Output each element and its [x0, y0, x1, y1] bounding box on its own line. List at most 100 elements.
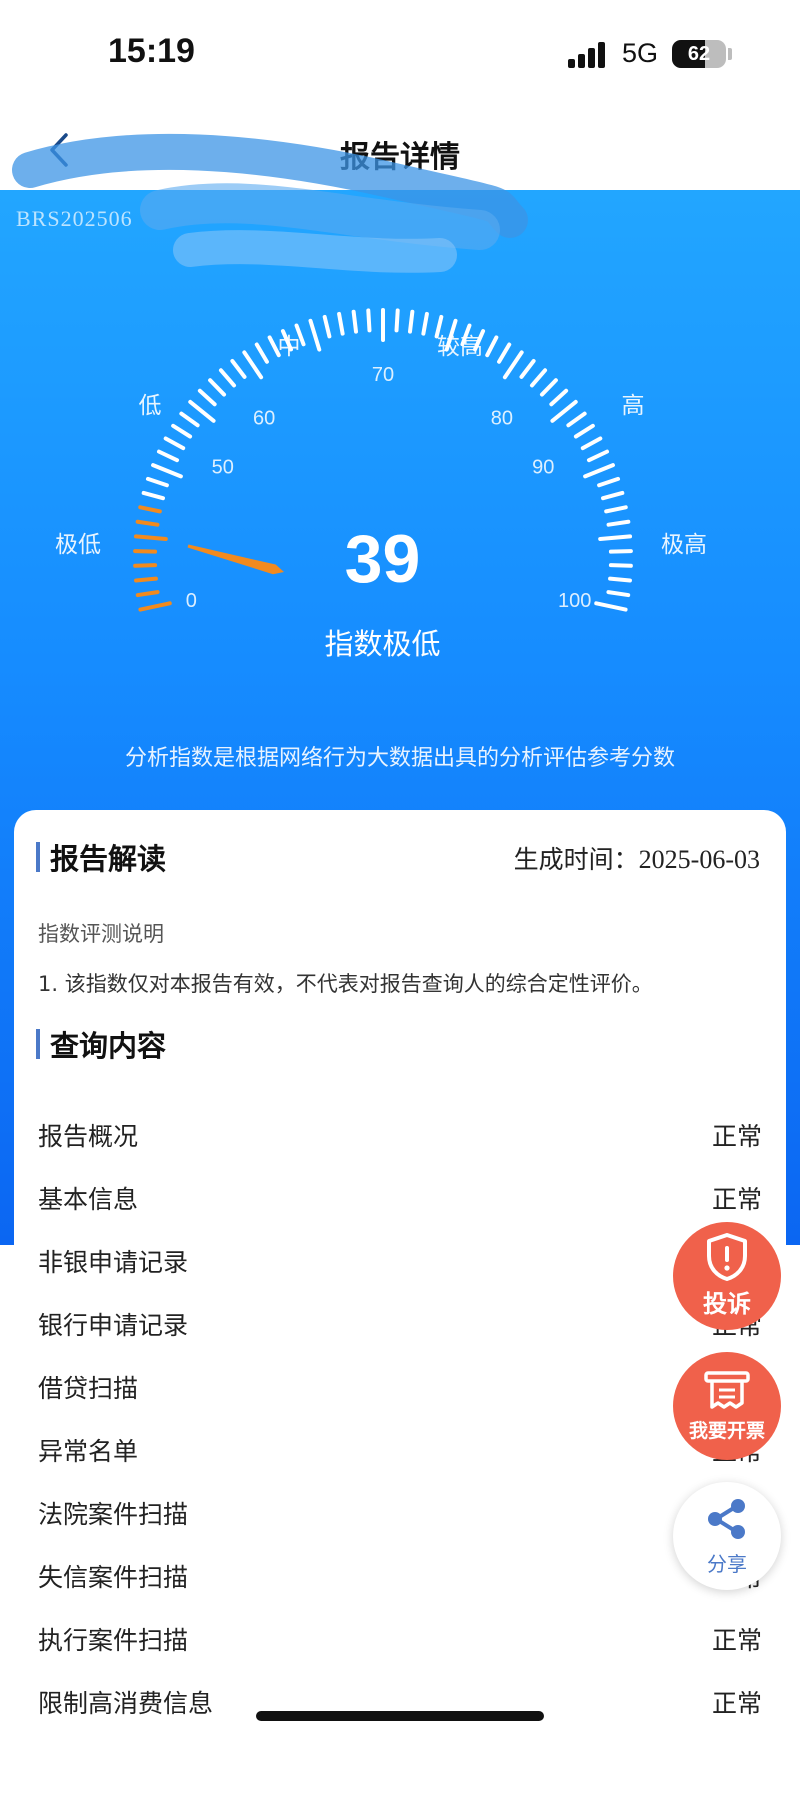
list-item[interactable]: 报告概况 正常 [38, 1097, 762, 1160]
score-label: 指数极低 [324, 627, 441, 661]
interpretation-heading: 报告解读 [36, 836, 166, 878]
gauge-tick [601, 490, 625, 501]
gauge-tick [138, 601, 172, 612]
item-label: 限制高消费信息 [38, 1689, 214, 1718]
item-label: 法院案件扫描 [38, 1500, 189, 1529]
gauge-tick-label: 60 [253, 407, 275, 429]
gauge-tick [141, 490, 165, 501]
gauge-tick [156, 449, 180, 463]
score-description: 分析指数是根据网络行为大数据出具的分析评估参考分数 [124, 746, 675, 771]
battery-tip [728, 48, 732, 60]
gauge-tick [179, 411, 200, 428]
item-label: 基本信息 [38, 1185, 139, 1214]
gauge-tick [604, 505, 628, 514]
gauge-tick-label: 80 [491, 407, 513, 429]
gauge-tick [583, 463, 615, 479]
gauge-tick-label: 50 [212, 457, 234, 479]
gauge-tick [580, 436, 603, 451]
item-status: 正常 [711, 1185, 762, 1214]
gauge-tick [337, 311, 345, 336]
gauge-tick [188, 399, 216, 423]
gauge-tick-label: 90 [532, 457, 554, 479]
item-label: 执行案件扫描 [38, 1626, 189, 1655]
gauge-tick [566, 411, 587, 428]
gauge-tick-label: 70 [372, 364, 394, 386]
gauge-level-label: 低 [139, 393, 162, 419]
gauge-tick [171, 423, 193, 439]
item-label: 银行申请记录 [38, 1311, 189, 1340]
gauge-tick [550, 399, 578, 423]
share-button[interactable]: 分享 [673, 1482, 781, 1590]
gauge-tick [322, 314, 332, 339]
note-text: 1. 该指数仅对本报告有效，不代表对报告查询人的综合定性评价。 [38, 972, 653, 996]
gauge-level-label: 中 [278, 334, 301, 360]
signal-icon [568, 42, 608, 68]
list-item[interactable]: 法院案件扫描正常 [38, 1475, 762, 1538]
item-status: 正常 [711, 1122, 762, 1151]
gauge-tick [394, 308, 400, 333]
invoice-label: 我要开票 [688, 1420, 765, 1442]
list-item[interactable]: 基本信息 正常 [38, 1160, 762, 1223]
list-item[interactable]: 借贷扫描正常 [38, 1349, 762, 1412]
battery-level: 62 [687, 43, 711, 65]
item-label: 异常名单 [38, 1437, 139, 1466]
list-item[interactable]: 失信案件扫描正常 [38, 1538, 762, 1601]
redaction-scribble [12, 133, 528, 273]
gauge-tick [529, 368, 548, 388]
item-status: 正常 [711, 1626, 762, 1655]
gauge-tick [254, 342, 269, 364]
gauge-tick [573, 423, 595, 439]
generated-time: 生成时间：2025-06-03 [514, 840, 760, 876]
status-bar: 15:19 5G 62 [0, 0, 800, 110]
invoice-button[interactable]: 我要开票 [673, 1352, 781, 1460]
complain-button[interactable]: 投诉 [673, 1222, 781, 1330]
complain-label: 投诉 [703, 1290, 751, 1318]
gauge-tick [497, 342, 512, 364]
item-label: 非银申请记录 [38, 1248, 189, 1277]
item-label: 失信案件扫描 [38, 1563, 189, 1592]
gauge-tick [519, 358, 536, 379]
gauge-tick [351, 309, 359, 334]
shield-alert-icon [673, 1232, 781, 1286]
gauge-tick [218, 368, 237, 388]
gauge-level-label: 较高 [437, 334, 483, 360]
gauge-tick [549, 388, 569, 407]
gauge-tick [597, 476, 621, 488]
gauge-tick [145, 476, 169, 488]
share-icon [673, 1496, 781, 1546]
gauge-tick [539, 378, 558, 397]
status-time: 15:19 [108, 32, 195, 70]
gauge-tick [151, 463, 183, 479]
gauge-tick [138, 505, 162, 514]
item-label: 借贷扫描 [38, 1374, 139, 1403]
gauge-tick [366, 308, 372, 333]
gauge-tick [197, 388, 217, 407]
gauge-tick [594, 601, 628, 612]
list-item[interactable]: 异常名单正常 [38, 1412, 762, 1475]
gauge-tick [421, 311, 429, 336]
share-label: 分享 [707, 1552, 747, 1576]
gauge-tick [308, 318, 322, 352]
list-item[interactable]: 非银申请记录正常 [38, 1223, 762, 1286]
invoice-icon [673, 1370, 781, 1414]
home-indicator [256, 1711, 544, 1721]
item-label: 报告概况 [38, 1122, 139, 1151]
battery-icon: 62 [672, 40, 726, 68]
list-item[interactable]: 执行案件扫描 正常 [38, 1601, 762, 1664]
generated-time-label: 生成时间： [513, 845, 639, 874]
gauge-tick [208, 378, 227, 397]
query-heading: 查询内容 [36, 1023, 166, 1065]
gauge-tick [163, 436, 186, 451]
gauge-tick [407, 309, 415, 334]
score-value: 39 [344, 521, 421, 597]
gauge-level-label: 高 [622, 393, 645, 419]
gauge-tick [586, 449, 610, 463]
network-type: 5G [622, 38, 659, 68]
item-status: 正常 [711, 1689, 762, 1718]
list-item[interactable]: 银行申请记录正常 [38, 1286, 762, 1349]
gauge-tick [502, 350, 524, 380]
report-id: BRS202506 [16, 206, 133, 231]
gauge-tick [242, 350, 264, 380]
gauge-tick [230, 358, 247, 379]
gauge-tick [485, 335, 499, 358]
